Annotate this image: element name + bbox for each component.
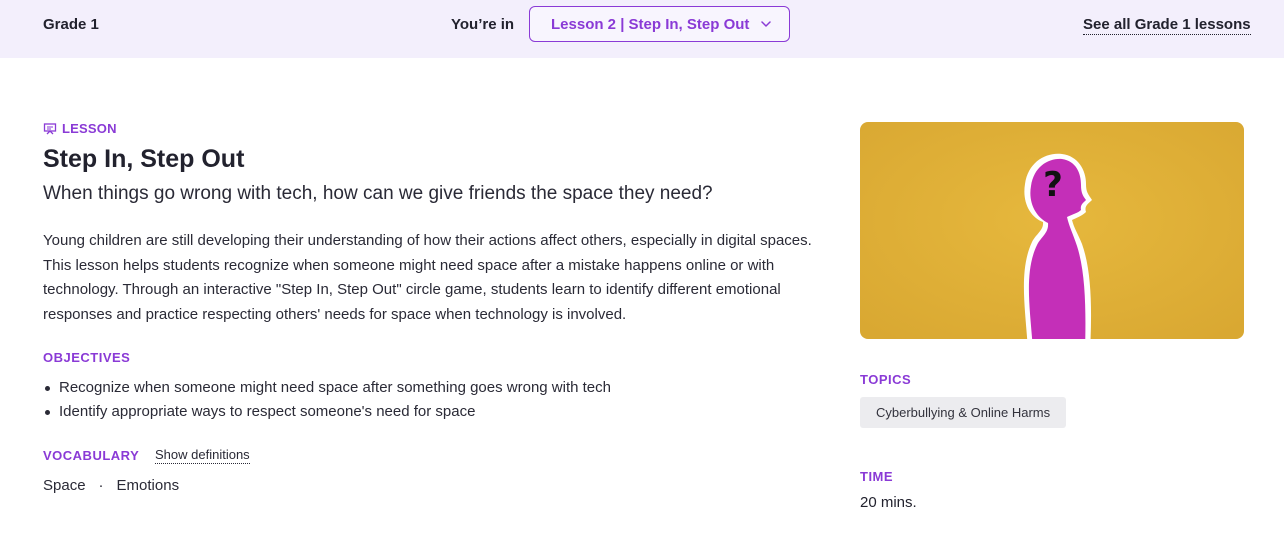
grade-label: Grade 1 — [43, 16, 99, 33]
question-silhouette-image: ? — [860, 122, 1244, 339]
vocabulary-word: Space — [43, 477, 86, 494]
lesson-description: Young children are still developing thei… — [43, 232, 812, 323]
lesson-select-value: Lesson 2 | Step In, Step Out — [551, 16, 750, 33]
see-all-lessons-link[interactable]: See all Grade 1 lessons — [1083, 16, 1251, 35]
vocabulary-heading: VOCABULARY — [43, 448, 140, 463]
lesson-tag-label: LESSON — [62, 121, 117, 136]
chevron-down-icon — [761, 21, 771, 27]
topics-heading: TOPICS — [860, 372, 912, 387]
time-heading: TIME — [860, 469, 894, 484]
presentation-board-icon — [43, 122, 57, 134]
objectives-heading: OBJECTIVES — [43, 350, 131, 365]
lesson-title: Step In, Step Out — [43, 145, 245, 173]
svg-text:?: ? — [1043, 165, 1063, 205]
vocabulary-words: Space · Emotions — [43, 477, 179, 494]
vocabulary-separator: · — [98, 477, 104, 494]
vocabulary-word: Emotions — [116, 477, 180, 494]
lesson-illustration: ? — [860, 122, 1244, 339]
topic-chip[interactable]: Cyberbullying & Online Harms — [860, 397, 1067, 428]
objectives-list: Recognize when someone might need space … — [43, 376, 611, 424]
lesson-select-dropdown[interactable]: Lesson 2 | Step In, Step Out — [529, 6, 790, 42]
lesson-subtitle: When things go wrong with tech, how can … — [43, 183, 713, 204]
lesson-type-tag: LESSON — [43, 121, 117, 136]
youre-in-label: You’re in — [451, 16, 515, 33]
objective-item: Recognize when someone might need space … — [43, 376, 611, 400]
show-definitions-link[interactable]: Show definitions — [155, 447, 250, 464]
objective-item: Identify appropriate ways to respect som… — [43, 400, 611, 424]
time-value: 20 mins. — [860, 494, 917, 511]
top-bar: Grade 1 You’re in Lesson 2 | Step In, St… — [0, 0, 1284, 58]
